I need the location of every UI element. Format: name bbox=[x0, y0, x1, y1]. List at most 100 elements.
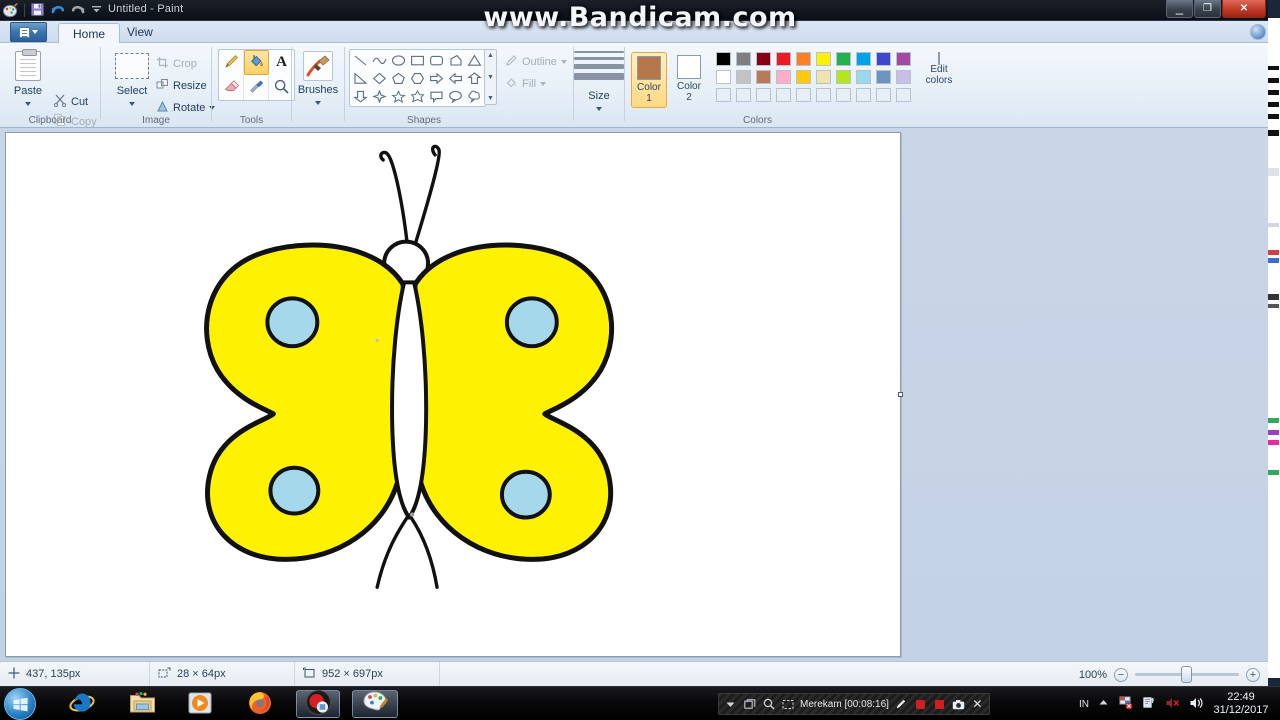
taskbar-firefox[interactable] bbox=[240, 690, 280, 718]
zoom-slider-thumb[interactable] bbox=[1181, 666, 1192, 683]
tools-grid[interactable]: A bbox=[218, 49, 295, 101]
network-icon[interactable] bbox=[1142, 696, 1156, 713]
tab-view[interactable]: View bbox=[113, 21, 167, 43]
palette-swatch-r3-c10[interactable] bbox=[893, 86, 913, 104]
zoom-out-button[interactable]: − bbox=[1114, 667, 1128, 682]
zoom-controls[interactable]: 100% − + bbox=[1079, 662, 1260, 687]
color2-button[interactable]: Color 2 bbox=[671, 52, 707, 108]
tool-pencil[interactable] bbox=[219, 50, 244, 75]
edit-colors-button[interactable]: Edit colors bbox=[917, 52, 961, 86]
windows-start-icon[interactable] bbox=[4, 688, 36, 720]
brushes-button[interactable]: Brushes bbox=[295, 51, 341, 108]
flag-action-center-icon[interactable] bbox=[1118, 695, 1133, 713]
minimize-button[interactable]: _ bbox=[1166, 0, 1193, 18]
size-button[interactable]: Size bbox=[574, 51, 624, 114]
palette-swatch-r1-c1[interactable] bbox=[713, 50, 733, 68]
crop-button[interactable]: Crop bbox=[153, 53, 200, 74]
chevron-down-icon[interactable] bbox=[540, 81, 547, 86]
chevron-down-icon[interactable] bbox=[25, 102, 31, 106]
canvas-work-area[interactable] bbox=[0, 128, 1268, 661]
shape-down-arrow[interactable] bbox=[351, 87, 370, 105]
tab-home[interactable]: Home bbox=[58, 23, 121, 44]
shape-triangle[interactable] bbox=[465, 51, 484, 69]
shapes-grid[interactable] bbox=[349, 49, 486, 107]
palette-swatch-r1-c10[interactable] bbox=[893, 50, 913, 68]
camera-icon[interactable] bbox=[952, 698, 965, 711]
chevron-down-icon[interactable] bbox=[315, 101, 321, 105]
color1-button[interactable]: Color 1 bbox=[631, 52, 667, 108]
bandicam-recording-bar[interactable]: Merekam [00:08:16] ✕ bbox=[718, 693, 990, 715]
shape-rounded-rectangle[interactable] bbox=[427, 51, 446, 69]
chevron-down-icon[interactable] bbox=[129, 102, 135, 106]
shape-diamond[interactable] bbox=[370, 69, 389, 87]
palette-swatch-r1-c2[interactable] bbox=[733, 50, 753, 68]
drawing-canvas[interactable] bbox=[5, 132, 903, 657]
shapes-scrollbar[interactable]: ▲ ▼ ▼ bbox=[484, 49, 497, 105]
tool-eraser[interactable] bbox=[219, 75, 244, 100]
region-icon[interactable] bbox=[781, 698, 794, 711]
select-button[interactable]: Select bbox=[109, 53, 155, 109]
taskbar-windows-explorer[interactable] bbox=[122, 690, 162, 718]
save-icon[interactable] bbox=[30, 2, 47, 19]
cut-button[interactable]: Cut bbox=[50, 91, 91, 112]
help-orb-icon[interactable] bbox=[1250, 24, 1266, 40]
close-button[interactable]: ✕ bbox=[1222, 0, 1266, 18]
shape-up-arrow[interactable] bbox=[465, 69, 484, 87]
taskbar-internet-explorer[interactable] bbox=[62, 690, 102, 718]
palette-swatch-r1-c8[interactable] bbox=[853, 50, 873, 68]
scroll-up-icon[interactable]: ▲ bbox=[487, 52, 494, 59]
pencil-icon[interactable] bbox=[895, 698, 908, 711]
palette-swatch-r1-c5[interactable] bbox=[793, 50, 813, 68]
system-tray[interactable]: IN bbox=[1079, 687, 1204, 720]
chevron-down-icon[interactable] bbox=[596, 107, 602, 111]
customize-caret-icon[interactable] bbox=[90, 2, 107, 19]
shape-pentagon[interactable] bbox=[389, 69, 408, 87]
shape-six-point-star[interactable] bbox=[408, 87, 427, 105]
close-icon[interactable]: ✕ bbox=[971, 697, 984, 711]
shape-rectangle[interactable] bbox=[408, 51, 427, 69]
pause-icon[interactable] bbox=[914, 698, 927, 711]
palette-swatch-r3-c6[interactable] bbox=[813, 86, 833, 104]
shape-polygon[interactable] bbox=[446, 51, 465, 69]
fill-button[interactable]: Fill bbox=[502, 73, 549, 94]
palette-swatch-r2-c6[interactable] bbox=[813, 68, 833, 86]
taskbar-clock[interactable]: 22:49 31/12/2017 bbox=[1208, 691, 1274, 717]
zoom-slider-track[interactable] bbox=[1135, 666, 1239, 683]
palette-swatch-r2-c5[interactable] bbox=[793, 68, 813, 86]
palette-swatch-r1-c6[interactable] bbox=[813, 50, 833, 68]
palette-swatch-r2-c2[interactable] bbox=[733, 68, 753, 86]
palette-swatch-r3-c5[interactable] bbox=[793, 86, 813, 104]
palette-swatch-r2-c8[interactable] bbox=[853, 68, 873, 86]
shape-right-triangle[interactable] bbox=[351, 69, 370, 87]
undo-icon[interactable] bbox=[50, 2, 67, 19]
tool-fill[interactable] bbox=[244, 50, 269, 75]
shape-line[interactable] bbox=[351, 51, 370, 69]
shape-left-arrow[interactable] bbox=[446, 69, 465, 87]
taskbar-media-player[interactable] bbox=[180, 690, 220, 718]
shape-curve[interactable] bbox=[370, 51, 389, 69]
shape-right-arrow[interactable] bbox=[427, 69, 446, 87]
quick-access-toolbar[interactable] bbox=[2, 1, 107, 20]
palette-swatch-r3-c2[interactable] bbox=[733, 86, 753, 104]
palette-swatch-r3-c4[interactable] bbox=[773, 86, 793, 104]
resize-button[interactable]: Resize bbox=[153, 75, 210, 96]
window-icon[interactable] bbox=[743, 698, 756, 711]
scroll-down-icon[interactable]: ▼ bbox=[487, 74, 494, 81]
palette-swatch-r2-c3[interactable] bbox=[753, 68, 773, 86]
palette-swatch-r3-c8[interactable] bbox=[853, 86, 873, 104]
title-bar[interactable]: Untitled - Paint _ ❐ ✕ bbox=[0, 0, 1268, 21]
palette-swatch-r2-c1[interactable] bbox=[713, 68, 733, 86]
application-menu-button[interactable] bbox=[10, 22, 47, 42]
palette-swatch-r2-c10[interactable] bbox=[893, 68, 913, 86]
palette-swatch-r1-c7[interactable] bbox=[833, 50, 853, 68]
palette-swatch-r1-c4[interactable] bbox=[773, 50, 793, 68]
palette-swatch-r3-c3[interactable] bbox=[753, 86, 773, 104]
palette-swatch-r3-c7[interactable] bbox=[833, 86, 853, 104]
palette-swatch-r3-c9[interactable] bbox=[873, 86, 893, 104]
shape-cloud-callout[interactable] bbox=[465, 87, 484, 105]
volume-muted-icon[interactable] bbox=[1165, 696, 1180, 713]
zoom-in-button[interactable]: + bbox=[1246, 667, 1260, 682]
palette-swatch-r1-c9[interactable] bbox=[873, 50, 893, 68]
taskbar-bandicam[interactable] bbox=[296, 690, 340, 718]
palette-swatch-r1-c3[interactable] bbox=[753, 50, 773, 68]
